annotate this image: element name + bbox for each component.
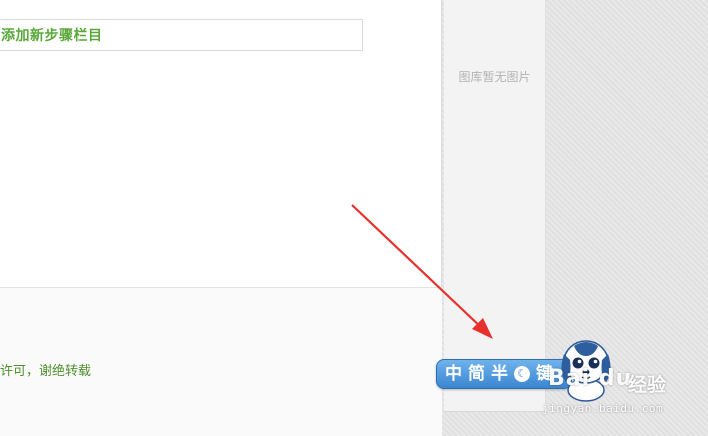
watermark-url: jingyan.baidu.com: [542, 402, 664, 415]
add-step-button[interactable]: 添加新步骤栏目: [0, 19, 363, 51]
copyright-note: 许可，谢绝转载: [0, 364, 92, 379]
ime-mode-simplified[interactable]: 简: [468, 360, 485, 388]
baidu-watermark-logo: Bai du: [548, 366, 632, 391]
ime-mode-halfwidth[interactable]: 半: [491, 360, 508, 388]
watermark-jingyan: 经验: [628, 374, 667, 396]
image-gallery-panel: 图库暂无图片: [444, 0, 546, 412]
editor-footer: 许可，谢绝转载: [0, 287, 442, 436]
watermark-logo-text: Bai du: [548, 366, 633, 391]
step-editor-panel: 添加新步骤栏目 许可，谢绝转载: [0, 0, 442, 436]
gallery-empty-text: 图库暂无图片: [458, 70, 531, 84]
add-step-label: 添加新步骤栏目: [1, 28, 103, 44]
ime-moon-icon[interactable]: ☾: [514, 366, 530, 382]
ime-mode-chinese[interactable]: 中: [445, 360, 462, 388]
